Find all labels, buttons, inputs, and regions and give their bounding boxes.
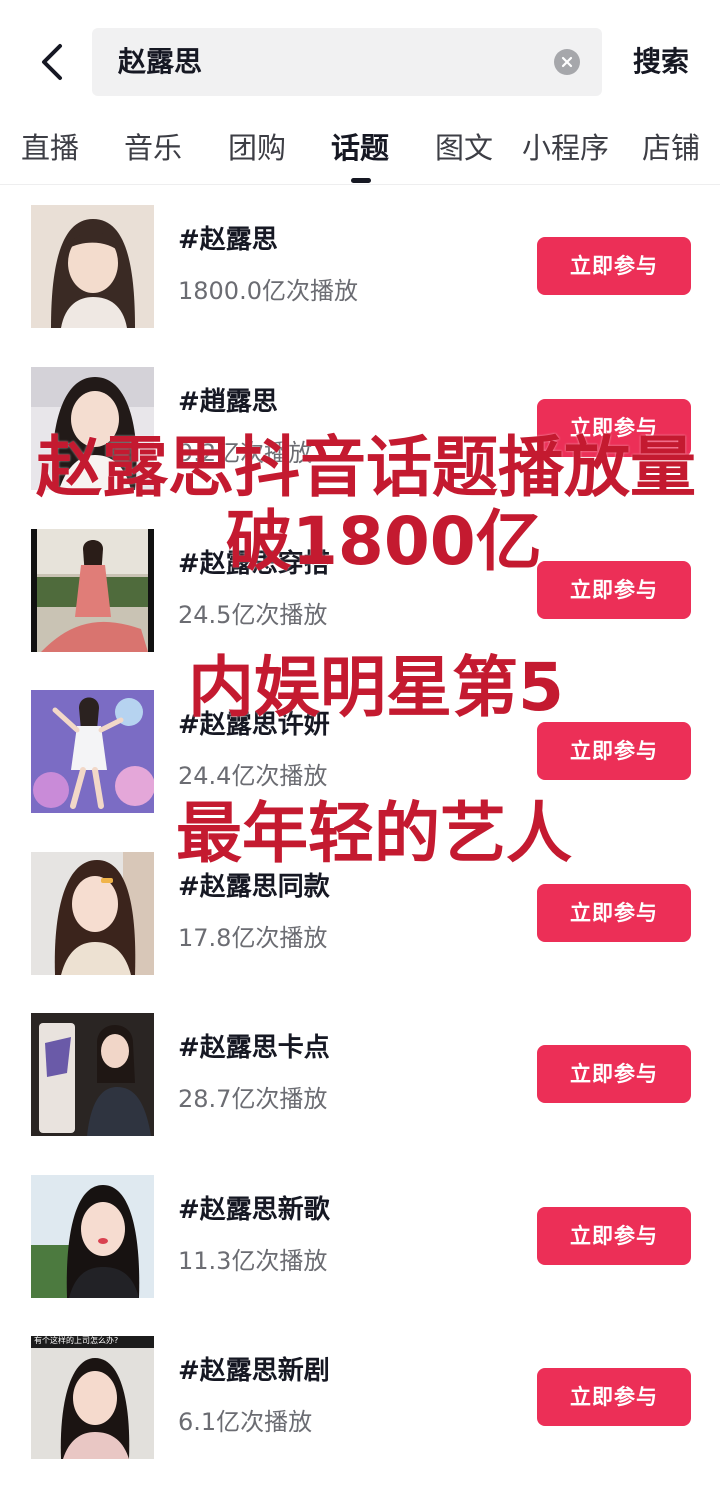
close-icon	[561, 56, 573, 68]
topic-title: #赵露思	[178, 225, 278, 255]
topic-play-count: 24.4亿次播放	[178, 762, 328, 790]
tab-group-buy[interactable]: 团购	[228, 126, 286, 170]
topic-title: #赵露思新歌	[178, 1195, 330, 1225]
tab-image-text[interactable]: 图文	[435, 126, 493, 170]
join-topic-button[interactable]: 立即参与	[537, 1368, 691, 1426]
tab-mini-programs[interactable]: 小程序	[522, 126, 609, 170]
join-topic-button[interactable]: 立即参与	[537, 237, 691, 295]
tab-topics[interactable]: 话题	[331, 126, 389, 170]
join-topic-button[interactable]: 立即参与	[537, 722, 691, 780]
tab-live[interactable]: 直播	[21, 126, 79, 170]
join-topic-button[interactable]: 立即参与	[537, 561, 691, 619]
search-header: 赵露思 搜索	[0, 0, 720, 120]
back-button[interactable]	[28, 38, 76, 86]
overlay-caption-line: 破1800亿	[226, 503, 542, 580]
topic-thumbnail	[31, 1175, 154, 1298]
topic-row[interactable]: 有个这样的上司怎么办? #赵露思新剧 6.1亿次播放 立即参与	[0, 1336, 720, 1498]
topic-row[interactable]: #赵露思 1800.0亿次播放 立即参与	[0, 205, 720, 367]
thumbnail-caption: 有个这样的上司怎么办?	[34, 1336, 119, 1345]
topic-row[interactable]: #赵露思卡点 28.7亿次播放 立即参与	[0, 1013, 720, 1175]
clear-search-button[interactable]	[554, 49, 580, 75]
tab-shops[interactable]: 店铺	[642, 126, 700, 170]
join-topic-button[interactable]: 立即参与	[537, 1045, 691, 1103]
topic-play-count: 24.5亿次播放	[178, 601, 328, 629]
search-input[interactable]: 赵露思	[92, 28, 602, 96]
topic-thumbnail: 有个这样的上司怎么办?	[31, 1336, 154, 1459]
active-tab-indicator	[351, 178, 371, 183]
topic-thumbnail	[31, 690, 154, 813]
topic-thumbnail	[31, 852, 154, 975]
topic-thumbnail	[31, 529, 154, 652]
topic-thumbnail	[31, 205, 154, 328]
search-button[interactable]: 搜索	[624, 28, 698, 96]
overlay-caption-line: 内娱明星第5	[188, 649, 564, 726]
topic-play-count: 28.7亿次播放	[178, 1085, 328, 1113]
join-topic-button[interactable]: 立即参与	[537, 884, 691, 942]
topic-title: #赵露思新剧	[178, 1356, 330, 1386]
topic-thumbnail	[31, 1013, 154, 1136]
topic-title: #赵露思卡点	[178, 1033, 330, 1063]
topic-row[interactable]: #赵露思同款 17.8亿次播放 立即参与	[0, 852, 720, 1014]
topic-play-count: 1800.0亿次播放	[178, 277, 358, 305]
category-tabs: 直播 音乐 团购 话题 图文 小程序 店铺	[0, 120, 720, 185]
topic-play-count: 11.3亿次播放	[178, 1247, 328, 1275]
search-query-text: 赵露思	[118, 45, 203, 78]
overlay-caption-line: 最年轻的艺人	[176, 795, 572, 872]
topic-play-count: 6.1亿次播放	[178, 1408, 313, 1436]
topic-row[interactable]: #赵露思新歌 11.3亿次播放 立即参与	[0, 1175, 720, 1337]
tab-music[interactable]: 音乐	[124, 126, 182, 170]
join-topic-button[interactable]: 立即参与	[537, 1207, 691, 1265]
topic-play-count: 17.8亿次播放	[178, 924, 328, 952]
topic-title: #趙露思	[178, 387, 278, 417]
overlay-caption-line: 赵露思抖音话题播放量	[36, 429, 696, 506]
chevron-left-icon	[42, 44, 62, 80]
